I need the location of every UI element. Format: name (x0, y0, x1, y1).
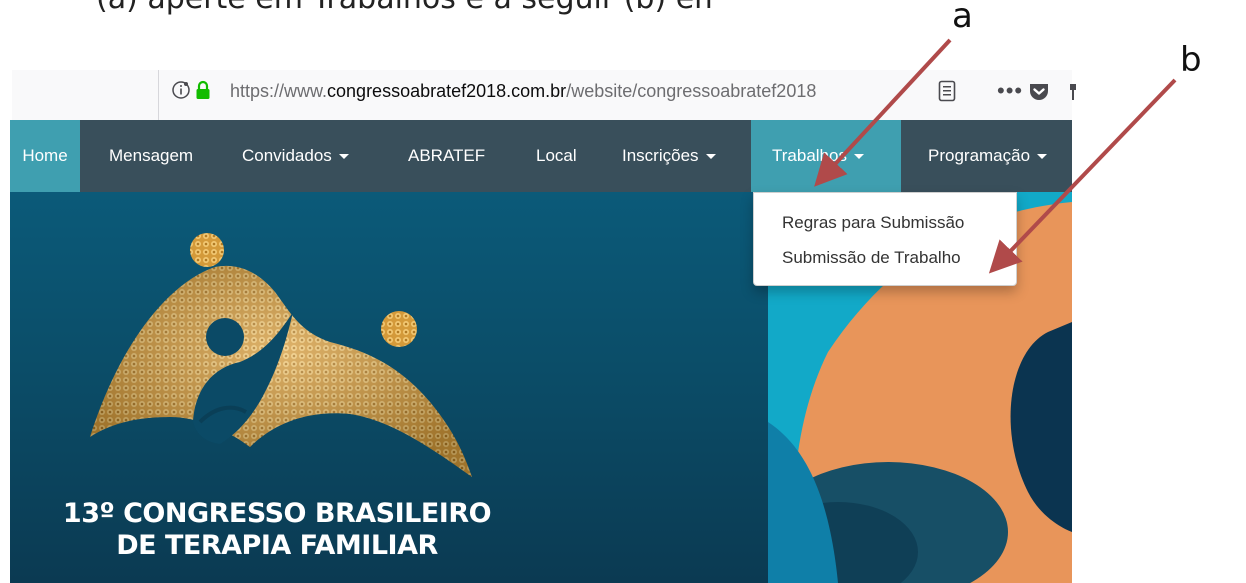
annotation-arrows (814, 38, 1177, 274)
arrow-a-icon (814, 38, 952, 187)
arrow-b-icon (988, 78, 1177, 274)
annotation-label-b: b (1180, 40, 1202, 80)
annotation-label-a: a (952, 0, 973, 36)
